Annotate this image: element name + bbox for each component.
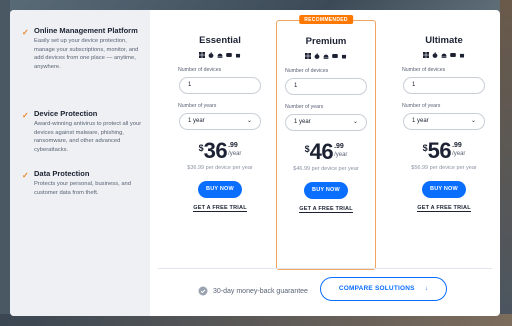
years-select[interactable]: 1 year ⌄: [403, 113, 485, 130]
price: $ 36 .99/year: [170, 140, 270, 162]
free-trial-link[interactable]: GET A FREE TRIAL: [277, 206, 375, 213]
arrow-down-icon: ↓: [424, 285, 429, 292]
feature-online-management: ✓ Online Management Platform Easily set …: [22, 26, 144, 71]
plan-name: Ultimate: [425, 35, 463, 46]
price-period: /year: [228, 151, 242, 157]
chromebook-icon: [341, 53, 347, 59]
years-label: Number of years: [178, 103, 217, 109]
price-integer: 46: [309, 139, 334, 164]
price-decimal: .99: [452, 142, 462, 149]
check-icon: ✓: [22, 28, 29, 37]
os-icons: [277, 53, 375, 59]
years-label: Number of years: [402, 103, 441, 109]
plan-ultimate: Ultimate Number of devices 1 Number of year…: [394, 20, 494, 270]
guarantee-text: 30-day money-back guarantee: [213, 287, 308, 295]
os-icons: [170, 52, 270, 58]
apple-icon: [432, 52, 438, 58]
chevron-down-icon: ⌄: [352, 119, 358, 125]
price-period: /year: [452, 151, 466, 157]
recommended-badge: RECOMMENDED: [299, 15, 353, 24]
price: $ 56 .99/year: [394, 140, 494, 162]
buy-now-button[interactable]: BUY NOW: [198, 181, 242, 198]
devices-label: Number of devices: [285, 68, 329, 74]
chromebook-icon: [459, 52, 465, 58]
free-trial-link[interactable]: GET A FREE TRIAL: [394, 205, 494, 212]
devices-input[interactable]: 1: [403, 77, 485, 94]
buy-now-button[interactable]: BUY NOW: [422, 181, 466, 198]
feature-title: Data Protection: [34, 169, 90, 178]
feature-data-protection: ✓ Data Protection Protects your personal…: [22, 169, 144, 197]
android-icon: [441, 52, 447, 58]
windows-icon: [423, 52, 429, 58]
devices-label: Number of devices: [178, 67, 222, 73]
price: $ 46 .99/year: [277, 141, 375, 163]
apple-icon: [314, 53, 320, 59]
plan-name: Premium: [305, 36, 347, 47]
price-integer: 56: [427, 138, 452, 163]
plan-name: Essential: [199, 35, 241, 46]
features-sidebar: ✓ Online Management Platform Easily set …: [10, 10, 150, 316]
feature-desc: Award-winning antivirus to protect all y…: [34, 121, 142, 153]
plan-essential: Essential Number of devices 1 Number of yea…: [170, 20, 270, 270]
android-icon: [217, 52, 223, 58]
check-icon: ✓: [22, 171, 29, 180]
shield-check-icon: [198, 286, 208, 296]
devices-input[interactable]: 1: [285, 78, 367, 95]
chevron-down-icon: ⌄: [470, 118, 476, 124]
apple-icon: [208, 52, 214, 58]
feature-desc: Protects your personal, business, and cu…: [34, 181, 131, 196]
years-value: 1 year: [412, 118, 429, 124]
compare-label: COMPARE SOLUTIONS: [338, 285, 415, 292]
feature-title: Online Management Platform: [34, 26, 138, 35]
free-trial-label: GET A FREE TRIAL: [193, 205, 247, 212]
years-value: 1 year: [294, 119, 311, 125]
pricing-card: ✓ Online Management Platform Easily set …: [10, 10, 500, 316]
per-device-price: $36.99 per device per year: [187, 165, 253, 171]
feature-desc: Easily set up your device protection, ma…: [34, 38, 139, 70]
price-integer: 36: [203, 138, 228, 163]
windows-icon: [305, 53, 311, 59]
devices-label: Number of devices: [402, 67, 446, 73]
years-value: 1 year: [188, 118, 205, 124]
windows-icon: [199, 52, 205, 58]
ios-icon: [332, 53, 338, 59]
free-trial-label: GET A FREE TRIAL: [299, 206, 353, 213]
ios-icon: [450, 52, 456, 58]
compare-solutions-button[interactable]: COMPARE SOLUTIONS ↓: [320, 277, 447, 301]
chevron-down-icon: ⌄: [246, 118, 252, 124]
free-trial-link[interactable]: GET A FREE TRIAL: [170, 205, 270, 212]
buy-now-button[interactable]: BUY NOW: [304, 182, 348, 199]
free-trial-label: GET A FREE TRIAL: [417, 205, 471, 212]
ios-icon: [226, 52, 232, 58]
divider: [158, 268, 492, 269]
check-icon: ✓: [22, 111, 29, 120]
price-decimal: .99: [228, 142, 238, 149]
years-select[interactable]: 1 year ⌄: [285, 114, 367, 131]
price-decimal: .99: [334, 143, 344, 150]
years-label: Number of years: [285, 104, 324, 110]
plan-premium: RECOMMENDED Premium Number of devices 1 Numb…: [276, 15, 376, 270]
feature-device-protection: ✓ Device Protection Award-winning antivi…: [22, 109, 144, 154]
years-select[interactable]: 1 year ⌄: [179, 113, 261, 130]
money-back-guarantee: 30-day money-back guarantee: [198, 286, 308, 296]
per-device-price: $56.99 per device per year: [411, 165, 477, 171]
os-icons: [394, 52, 494, 58]
android-icon: [323, 53, 329, 59]
per-device-price: $46.99 per device per year: [293, 166, 359, 172]
devices-input[interactable]: 1: [179, 77, 261, 94]
chromebook-icon: [235, 52, 241, 58]
feature-title: Device Protection: [34, 109, 98, 118]
price-period: /year: [334, 152, 348, 158]
